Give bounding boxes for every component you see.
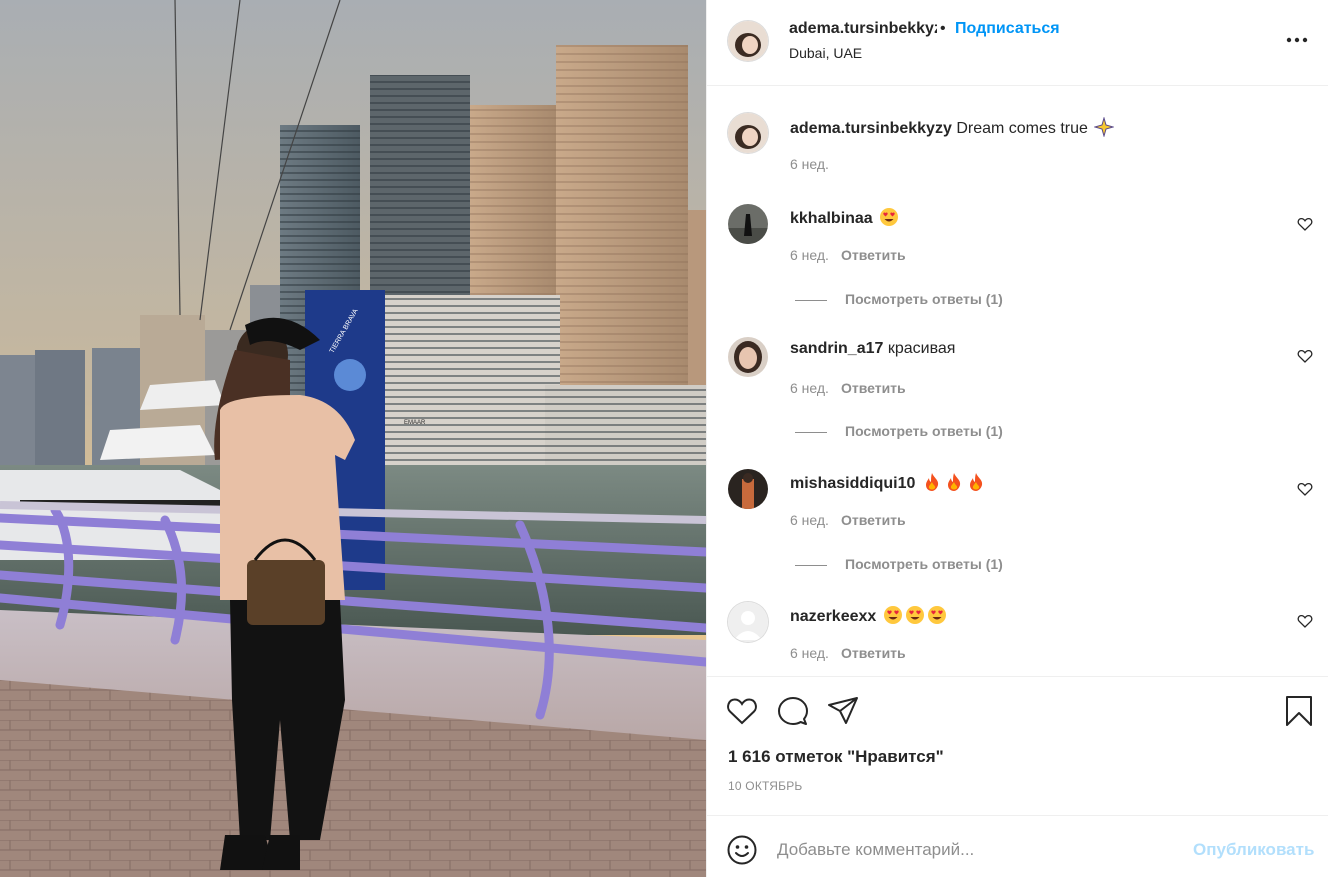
post-image: EMAAR TIERRA BRAVA [0,0,706,877]
likes-count[interactable]: 1 616 отметок "Нравится" [728,747,944,767]
heart-eyes-emoji [880,208,899,226]
caption: adema.tursinbekkyzy Dream comes true [790,117,1115,138]
fire-emoji [925,473,938,491]
comment-row: sandrin_a17 красивая [790,340,955,358]
comment-heart-icon[interactable] [1297,216,1313,232]
comment-meta: 6 нед. Ответить [790,247,906,263]
comment-input[interactable] [777,834,1177,866]
reply-button[interactable]: Ответить [841,512,906,528]
heart-eyes-emoji [883,606,902,624]
sparkle-emoji [1094,117,1115,137]
comment-icon[interactable] [776,694,810,728]
follow-button[interactable]: Подписаться [955,20,1060,38]
caption-time: 6 нед. [790,156,829,172]
comment-row: nazerkeexx [790,605,947,626]
comment-meta: 6 нед. Ответить [790,380,906,396]
comment-username[interactable]: kkhalbinaa [790,210,873,227]
share-icon[interactable] [826,694,860,728]
replies-line [795,564,827,566]
comment-username[interactable]: nazerkeexx [790,608,876,625]
post-panel: adema.tursinbekkyzy • Подписаться Dubai,… [706,0,1328,877]
replies-line [795,299,827,301]
building-sign: EMAAR [404,420,426,426]
view-replies-label: Посмотреть ответы (1) [845,423,1003,439]
comment-time: 6 нед. [790,247,829,263]
heart-eyes-emoji [905,606,924,624]
comment-row: kkhalbinaa [790,207,899,228]
comment-text: красивая [887,340,956,357]
view-replies-label: Посмотреть ответы (1) [845,291,1003,307]
fire-emoji [969,473,982,491]
more-options-button[interactable] [1283,28,1311,52]
comment-row: mishasiddiqui10 [790,472,986,493]
separator-dot: • [940,20,946,37]
comment-username[interactable]: sandrin_a17 [790,340,883,357]
caption-username[interactable]: adema.tursinbekkyzy [790,120,952,137]
heart-icon[interactable] [725,694,759,728]
add-comment-bar: Опубликовать [707,815,1328,877]
bookmark-icon[interactable] [1282,694,1316,728]
comment-time: 6 нед. [790,380,829,396]
comment-time: 6 нед. [790,645,829,661]
replies-line [795,431,827,433]
heart-eyes-emoji [927,606,946,624]
comment-avatar[interactable] [728,337,768,377]
comment-heart-icon[interactable] [1297,613,1313,629]
caption-text: Dream comes true [956,120,1088,137]
comment-avatar[interactable] [728,204,768,244]
post-actions: 1 616 отметок "Нравится" 10 ОКТЯБРЬ [707,676,1328,815]
comment-avatar[interactable] [728,469,768,509]
post-location[interactable]: Dubai, UAE [789,45,862,61]
reply-button[interactable]: Ответить [841,380,906,396]
view-replies-button[interactable]: Посмотреть ответы (1) [795,423,1003,439]
more-icon [1286,37,1308,43]
comment-heart-icon[interactable] [1297,481,1313,497]
comments-list[interactable]: adema.tursinbekkyzy Dream comes true 6 н… [707,86,1328,676]
publish-button[interactable]: Опубликовать [1193,840,1314,860]
comment-avatar[interactable] [728,602,768,642]
view-replies-button[interactable]: Посмотреть ответы (1) [795,556,1003,572]
post-photo[interactable]: EMAAR TIERRA BRAVA [0,0,706,877]
comment-meta: 6 нед. Ответить [790,645,906,661]
post-date: 10 ОКТЯБРЬ [728,779,803,793]
comment-username[interactable]: mishasiddiqui10 [790,475,915,492]
post-header: adema.tursinbekkyzy • Подписаться Dubai,… [707,0,1328,86]
comment-heart-icon[interactable] [1297,348,1313,364]
author-username[interactable]: adema.tursinbekkyzy [789,20,937,38]
comment-time: 6 нед. [790,512,829,528]
fire-emoji [947,473,960,491]
reply-button[interactable]: Ответить [841,645,906,661]
view-replies-label: Посмотреть ответы (1) [845,556,1003,572]
comment-meta: 6 нед. Ответить [790,512,906,528]
caption-avatar[interactable] [728,113,768,153]
author-avatar[interactable] [728,21,768,61]
reply-button[interactable]: Ответить [841,247,906,263]
view-replies-button[interactable]: Посмотреть ответы (1) [795,291,1003,307]
smile-icon[interactable] [726,834,758,866]
